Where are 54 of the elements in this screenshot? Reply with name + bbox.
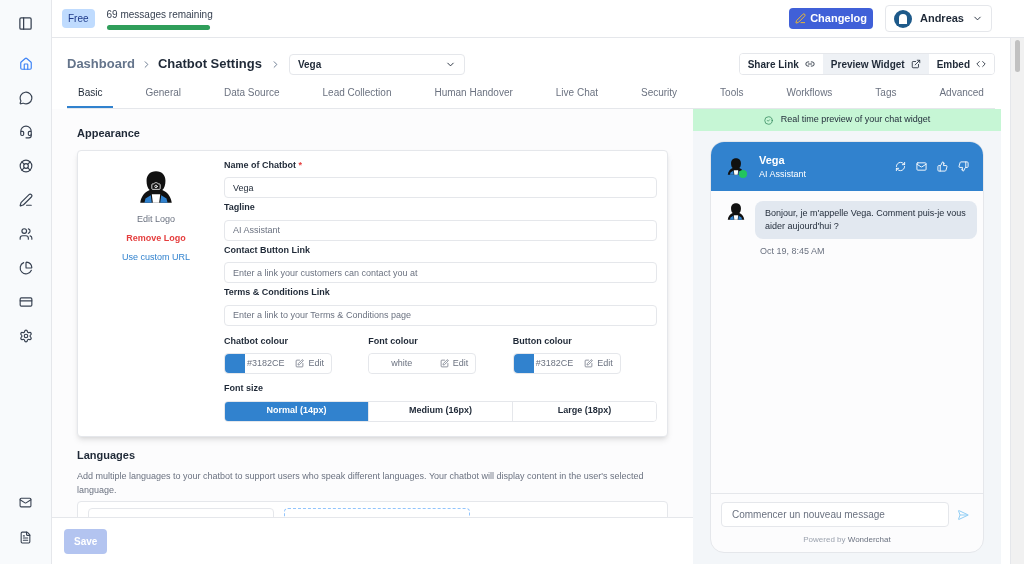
field-label: Name of Chatbot * [224,158,304,172]
chatbot-select[interactable]: Vega [288,53,465,75]
message-input[interactable]: Commencer un nouveau message [721,502,949,527]
text-field[interactable]: Enter a link to your Terms & Conditions page [224,304,657,326]
settings-tab[interactable]: Live Chat [544,85,610,108]
colour-picker[interactable]: #3182CE Edit [224,353,332,374]
colour-value: #3182CE [247,356,285,370]
field-label: Font colour [368,334,419,348]
custom-url-link[interactable]: Use custom URL [122,250,190,264]
text-field[interactable]: AI Assistant [224,219,657,241]
remove-logo-link[interactable]: Remove Logo [126,232,186,246]
colour-value: #3182CE [535,356,574,370]
edit-colour-button[interactable]: Edit [295,356,324,371]
section-description: Add multiple languages to your chatbot to support users who speak different languages. Your chatbot will display content in the user's selected language. [77,470,645,497]
colour-picker[interactable]: white Edit [368,353,477,374]
settings-tab[interactable]: Data Source [212,85,291,108]
bot-name: Vega [759,152,786,168]
field-label: Contact Button Link [224,243,311,257]
settings-tab[interactable]: Human Handover [423,85,524,108]
colour-picker[interactable]: #3182CE Edit [512,353,621,374]
edit-logo-label: Edit Logo [137,212,175,226]
chat-message: Bonjour, je m'appelle Vega. Comment puis-je vous aider aujourd'hui ? [755,201,977,239]
field-label: Font size [224,382,264,395]
field-label: Chatbot colour [224,334,289,348]
edit-colour-button[interactable]: Edit [584,356,613,371]
settings-tab[interactable]: Tags [864,85,908,108]
section-title: Languages [77,447,137,463]
field-label: Tagline [224,201,256,214]
plan-badge: Free [62,9,95,28]
powered-by: Powered by Wonderchat [803,534,891,546]
font-size-option[interactable]: Normal (14px) [225,401,368,421]
settings-tab[interactable]: Security [630,85,689,108]
text-field[interactable]: Vega [224,177,657,198]
messages-remaining: 69 messages remaining [106,8,213,22]
settings-tab[interactable]: Tools [709,85,755,108]
breadcrumb-current: Chatbot Settings [157,55,262,74]
settings-tab[interactable]: Lead Collection [311,85,403,108]
colour-value: white [391,356,413,370]
section-title: Appearance [77,126,141,141]
edit-colour-button[interactable]: Edit [439,356,469,371]
settings-tab[interactable]: Workflows [775,85,844,108]
breadcrumb-link[interactable]: Dashboard [67,54,135,74]
changelog-button[interactable]: Changelog [789,8,873,29]
font-size-option[interactable]: Large (18px) [512,401,656,421]
bot-tagline: AI Assistant [759,168,807,181]
action-button[interactable]: Preview Widget [822,54,929,74]
settings-tab[interactable]: Advanced [928,85,995,108]
settings-tab[interactable]: General [134,85,192,108]
message-time: Oct 19, 8:45 AM [760,245,826,258]
preview-banner: Real time preview of your chat widget [693,109,1001,131]
field-label: Button colour [512,334,573,348]
text-field[interactable]: Enter a link your customers can contact you at [224,262,657,283]
user-menu-button[interactable]: Andreas [884,5,992,32]
field-label: Terms & Conditions Link [224,286,331,299]
